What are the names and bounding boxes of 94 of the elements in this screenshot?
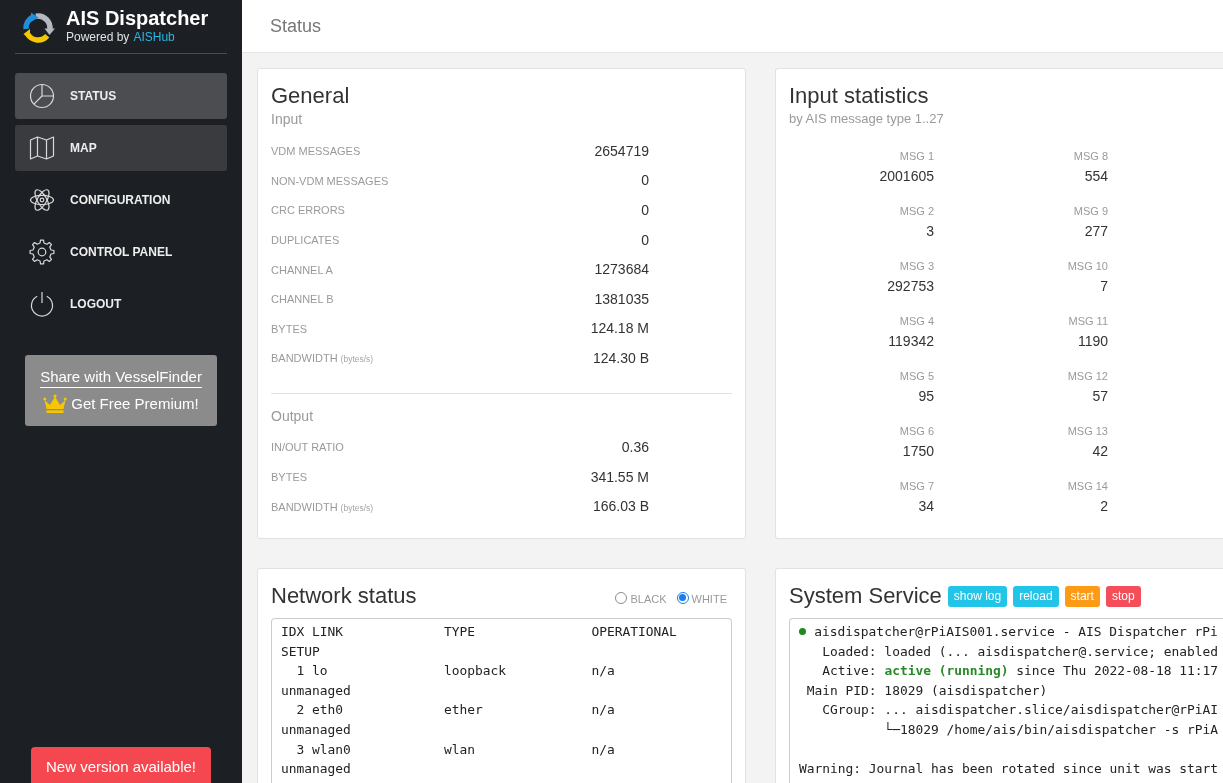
output-line: 3 wlan0 wlan n/a: [295, 740, 615, 759]
aishub-link[interactable]: AISHub: [133, 30, 175, 44]
gear-icon: [29, 239, 55, 265]
stat-label: DUPLICATES: [271, 232, 340, 248]
message-count: 42: [1092, 442, 1108, 461]
update-button[interactable]: New version available!: [31, 747, 211, 783]
powered-by-text: Powered by: [66, 30, 130, 44]
nav-item[interactable]: STATUS: [15, 73, 227, 119]
message-type-label: MSG 12: [1067, 369, 1108, 384]
stat-value: 166.03 B: [592, 497, 649, 517]
message-count: 3: [926, 222, 934, 241]
stat-label: CHANNEL A: [271, 262, 333, 278]
stat-value: 341.55 M: [590, 467, 649, 487]
message-count: 277: [1084, 222, 1108, 241]
output-line: aisdispatcher@rPiAIS001.service - AIS Dispatcher rPi: [814, 623, 1218, 641]
pie-chart-icon: [29, 83, 55, 109]
message-count: 34: [918, 497, 934, 516]
message-count: 554: [1084, 167, 1108, 186]
unit-label: (bytes/s): [340, 501, 374, 515]
atom-icon: [29, 187, 55, 213]
output-line: 2 eth0 ether n/a: [295, 701, 615, 720]
stat-label: BANDWIDTH: [271, 499, 338, 515]
stat-label: VDM MESSAGES: [271, 144, 361, 160]
message-type-label: MSG 4: [899, 314, 934, 329]
nav-item[interactable]: CONFIGURATION: [15, 177, 227, 223]
card-title: General: [271, 82, 351, 110]
message-count: 119342: [888, 332, 934, 351]
message-type-label: MSG 6: [899, 424, 934, 439]
nav-item[interactable]: MAP: [15, 125, 227, 171]
stat-value: 124.18 M: [590, 319, 649, 339]
stat-label: BYTES: [271, 470, 308, 486]
stat-label: IN/OUT RATIO: [271, 440, 344, 456]
stat-label: BANDWIDTH: [271, 351, 338, 367]
message-type-label: MSG 2: [899, 204, 934, 219]
message-type-label: MSG 3: [899, 259, 934, 274]
stat-value: 0.36: [621, 438, 649, 458]
message-type-label: MSG 14: [1067, 479, 1108, 494]
output-line: CGroup: ... aisdispatcher.slice/aisdispatcher@rPiAI: [821, 701, 1219, 720]
stat-value: 0: [641, 171, 649, 191]
section-heading: Input: [271, 110, 304, 128]
app-title: AIS Dispatcher: [66, 6, 209, 30]
message-type-label: MSG 11: [1068, 314, 1108, 329]
output-line: └─18029 /home/ais/bin/aisdispatcher -s rPiA: [883, 720, 1219, 739]
output-line: Active: active (running) since Thu 2022-08-18 11:17: [821, 662, 1219, 681]
stat-value: 2654719: [594, 141, 649, 161]
message-type-label: MSG 5: [899, 369, 934, 384]
message-count: 7: [1100, 277, 1108, 296]
stat-label: CRC ERRORS: [271, 203, 345, 219]
stat-label: CHANNEL B: [271, 292, 334, 308]
output-line: Main PID: 18029 (aisdispatcher): [805, 681, 1048, 700]
section-heading: Output: [271, 406, 315, 425]
stat-label: NON-VDM MESSAGES: [271, 173, 389, 189]
output-line: SETUP: [281, 642, 320, 661]
message-type-label: MSG 9: [1073, 204, 1108, 219]
stat-label: BYTES: [271, 321, 308, 337]
radio-button[interactable]: [615, 591, 628, 604]
card-title: Input statistics: [789, 82, 930, 110]
stat-value: 0: [641, 230, 649, 250]
power-icon: [29, 291, 55, 317]
crown-icon: [43, 394, 68, 414]
message-count: 57: [1092, 387, 1108, 406]
stat-value: 124.30 B: [592, 349, 649, 369]
message-count: 2: [1100, 497, 1108, 516]
message-type-label: MSG 1: [899, 149, 934, 164]
message-type-label: MSG 13: [1067, 424, 1108, 439]
card-title: Network status: [271, 582, 417, 610]
radio-label: WHITE: [691, 591, 727, 606]
message-count: 95: [918, 387, 934, 406]
message-count: 2001605: [879, 167, 934, 186]
output-line: Warning: Journal has been rotated since unit was start: [799, 760, 1219, 779]
output-line: unmanaged: [281, 681, 351, 700]
unit-label: (bytes/s): [340, 353, 374, 367]
stat-value: 1381035: [594, 289, 649, 309]
stat-value: 1273684: [594, 260, 649, 280]
message-count: 1750: [902, 442, 934, 461]
message-count: 292753: [887, 277, 934, 296]
message-type-label: MSG 8: [1073, 149, 1108, 164]
nav-item[interactable]: LOGOUT: [15, 281, 227, 327]
message-count: 1190: [1077, 332, 1108, 351]
stat-value: 0: [641, 201, 649, 221]
output-line: unmanaged: [281, 720, 351, 739]
message-type-label: MSG 7: [899, 479, 934, 494]
nav-item[interactable]: CONTROL PANEL: [15, 229, 227, 275]
card-subtitle: by AIS message type 1..27: [789, 110, 945, 128]
output-line: Loaded: loaded (... aisdispatcher@.service; enabled: [821, 642, 1219, 661]
output-line: 1 lo loopback n/a: [295, 662, 615, 681]
output-line: unmanaged: [281, 760, 351, 779]
map-icon: [29, 135, 55, 161]
card-title: System Service: [789, 582, 942, 610]
page-title: Status: [270, 14, 322, 38]
output-line: IDX LINK TYPE OPERATIONAL: [281, 623, 677, 641]
message-type-label: MSG 10: [1067, 259, 1108, 274]
radio-label: BLACK: [630, 591, 667, 606]
radio-button[interactable]: [676, 591, 689, 604]
